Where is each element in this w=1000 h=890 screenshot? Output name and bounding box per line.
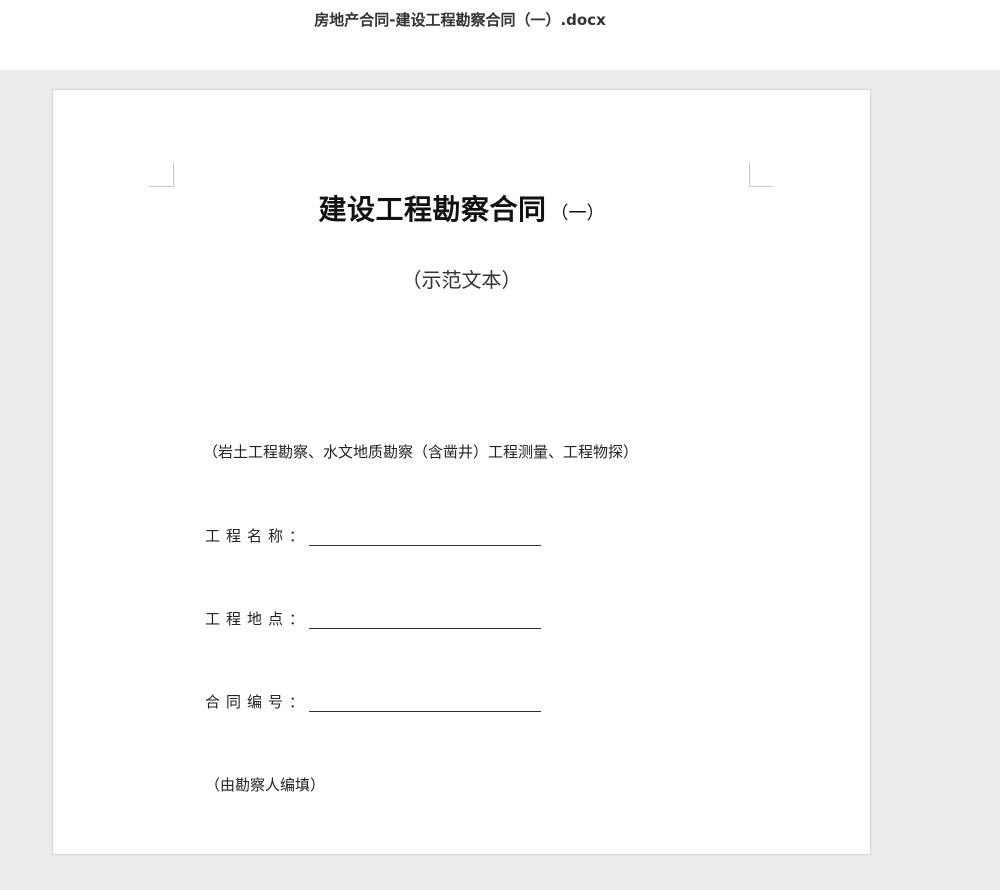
document-canvas[interactable]: 建设工程勘察合同 （一） （示范文本） （岩土工程勘察、水文地质勘察（含凿井）工程…	[0, 70, 1000, 890]
document-subtitle: （示范文本）	[401, 268, 522, 292]
document-title: 建设工程勘察合同 （一）	[53, 188, 870, 228]
margin-corner-marker-right	[749, 162, 774, 187]
field-label: 工程名称：	[205, 527, 311, 545]
field-project-name: 工程名称：	[205, 525, 605, 549]
document-title-suffix: （一）	[550, 203, 605, 224]
field-label: 工程地点：	[205, 610, 311, 628]
blank-line	[309, 711, 541, 712]
field-project-location: 工程地点：	[205, 608, 605, 632]
document-title-main: 建设工程勘察合同	[318, 193, 547, 226]
scope-paragraph: （岩土工程勘察、水文地质勘察（含凿井）工程测量、工程物探）	[203, 443, 639, 461]
field-label: 合同编号：	[205, 693, 311, 711]
blank-line	[309, 545, 541, 546]
document-page[interactable]: 建设工程勘察合同 （一） （示范文本） （岩土工程勘察、水文地质勘察（含凿井）工程…	[52, 89, 871, 855]
title-bar: 房地产合同-建设工程勘察合同（一）.docx	[0, 0, 1000, 70]
field-contract-number: 合同编号：	[205, 691, 605, 715]
document-filename: 房地产合同-建设工程勘察合同（一）.docx	[314, 11, 606, 29]
blank-line	[309, 628, 541, 629]
margin-corner-marker-left	[149, 162, 174, 187]
fill-in-note: （由勘察人编填）	[205, 776, 326, 794]
